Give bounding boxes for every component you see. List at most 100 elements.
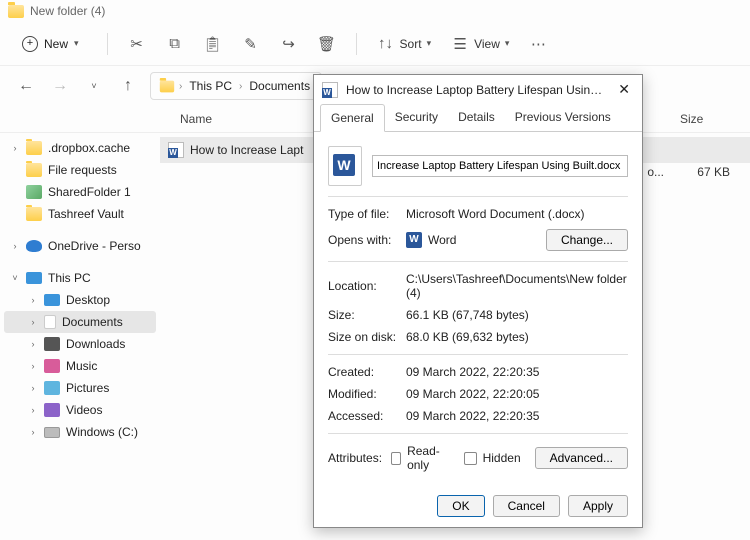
folder-icon [26,141,42,155]
chevron-down-icon: ▾ [74,38,79,49]
sidebar: ›.dropbox.cache File requests SharedFold… [0,133,160,537]
chevron-right-icon: › [239,81,242,92]
dialog-titlebar[interactable]: How to Increase Laptop Battery Lifespan … [314,75,642,104]
word-doc-icon [322,82,338,98]
sidebar-item-label: Downloads [66,337,125,351]
chevron-right-icon: › [28,383,38,393]
sidebar-item-label: OneDrive - Perso [48,239,141,253]
sidebar-item-documents[interactable]: ›Documents [4,311,156,333]
sort-icon: ↑↓ [377,35,395,53]
close-icon[interactable]: ✕ [614,81,634,98]
readonly-checkbox[interactable]: Read-only [391,444,450,472]
copy-icon[interactable]: ⧉ [166,35,184,53]
view-icon: ☰ [451,35,469,53]
chevron-right-icon: › [10,241,20,251]
sidebar-item-label: This PC [48,271,91,285]
hidden-checkbox[interactable]: Hidden [464,451,521,465]
sidebar-item-label: Videos [66,403,102,417]
sidebar-item-shared-folder[interactable]: SharedFolder 1 [0,181,160,203]
column-name[interactable]: Name [0,112,300,126]
sidebar-item-file-requests[interactable]: File requests [0,159,160,181]
up-arrow-button[interactable]: ↑ [116,77,140,95]
document-icon [44,315,56,329]
accessed-value: 09 March 2022, 22:20:35 [406,409,628,423]
folder-icon [26,163,42,177]
chevron-right-icon: › [179,81,182,92]
drive-icon [44,427,60,438]
sort-button[interactable]: ↑↓ Sort ▾ [377,35,432,53]
breadcrumb-item[interactable]: Documents [246,79,313,93]
modified-value: 09 March 2022, 22:20:05 [406,387,628,401]
paste-icon[interactable]: 📋︎ [204,35,222,53]
sidebar-item-label: Music [66,359,97,373]
chevron-right-icon: › [28,361,38,371]
breadcrumb-item[interactable]: This PC [186,79,235,93]
opens-with-label: Opens with: [328,233,406,247]
sort-label: Sort [400,37,422,51]
tab-previous-versions[interactable]: Previous Versions [505,104,621,131]
share-icon[interactable]: ↪ [280,35,298,53]
sidebar-item-downloads[interactable]: › Downloads [0,333,160,355]
pc-icon [26,272,42,284]
type-label: Type of file: [328,207,406,221]
ok-button[interactable]: OK [437,495,484,517]
new-button[interactable]: + New ▾ [14,32,87,56]
readonly-label: Read-only [407,444,450,472]
plus-icon: + [22,36,38,52]
filename-input[interactable] [372,155,628,177]
delete-icon[interactable]: 🗑︎ [318,35,336,53]
tab-details[interactable]: Details [448,104,505,131]
sidebar-item-onedrive[interactable]: › OneDrive - Perso [0,235,160,257]
forward-button[interactable]: → [48,77,72,95]
chevron-right-icon: › [28,317,38,327]
music-icon [44,359,60,373]
chevron-down-icon: ˅ [10,273,20,283]
folder-icon [160,80,174,92]
more-icon[interactable]: ⋯ [529,35,547,53]
chevron-right-icon: › [28,339,38,349]
sidebar-item-desktop[interactable]: ›Desktop [0,289,160,311]
cancel-button[interactable]: Cancel [493,495,560,517]
sidebar-item-pictures[interactable]: ›Pictures [0,377,160,399]
sidebar-item-label: Desktop [66,293,110,307]
dialog-body: Type of file:Microsoft Word Document (.d… [314,132,642,485]
folder-icon [26,207,42,221]
sidebar-item-label: Windows (C:) [66,425,138,439]
sidebar-item-music[interactable]: › Music [0,355,160,377]
view-button[interactable]: ☰ View ▾ [451,35,509,53]
rename-icon[interactable]: ✎ [242,35,260,53]
column-size[interactable]: Size [680,112,750,126]
cut-icon[interactable]: ✂ [128,35,146,53]
advanced-button[interactable]: Advanced... [535,447,628,469]
chevron-down-icon: ▾ [427,38,432,49]
sidebar-item-label: File requests [48,163,117,177]
disk-label: Size on disk: [328,330,406,344]
window-title: New folder (4) [30,4,105,18]
modified-label: Modified: [328,387,406,401]
file-name: How to Increase Lapt [190,143,303,157]
attributes-label: Attributes: [328,451,391,465]
tab-general[interactable]: General [320,104,385,132]
cloud-icon [26,240,42,252]
size-label: Size: [328,308,406,322]
change-button[interactable]: Change... [546,229,628,251]
sidebar-item-tashreef-vault[interactable]: Tashreef Vault [0,203,160,225]
checkbox-icon [464,452,477,465]
back-button[interactable]: ← [14,77,38,95]
sidebar-item-windows-c[interactable]: › Windows (C:) [0,421,160,443]
size-value: 66.1 KB (67,748 bytes) [406,308,628,322]
location-value: C:\Users\Tashreef\Documents\New folder (… [406,272,628,300]
chevron-right-icon: › [28,427,38,437]
address-bar[interactable]: › This PC › Documents [150,72,322,100]
sidebar-item-this-pc[interactable]: ˅ This PC [0,267,160,289]
created-value: 09 March 2022, 22:20:35 [406,365,628,379]
dialog-title: How to Increase Laptop Battery Lifespan … [346,83,608,97]
apply-button[interactable]: Apply [568,495,628,517]
sidebar-item-dropbox-cache[interactable]: ›.dropbox.cache [0,137,160,159]
view-label: View [474,37,500,51]
sidebar-item-videos[interactable]: ›Videos [0,399,160,421]
created-label: Created: [328,365,406,379]
tab-security[interactable]: Security [385,104,448,131]
up-button[interactable]: ˅ [82,81,106,91]
sidebar-item-label: .dropbox.cache [48,141,130,155]
